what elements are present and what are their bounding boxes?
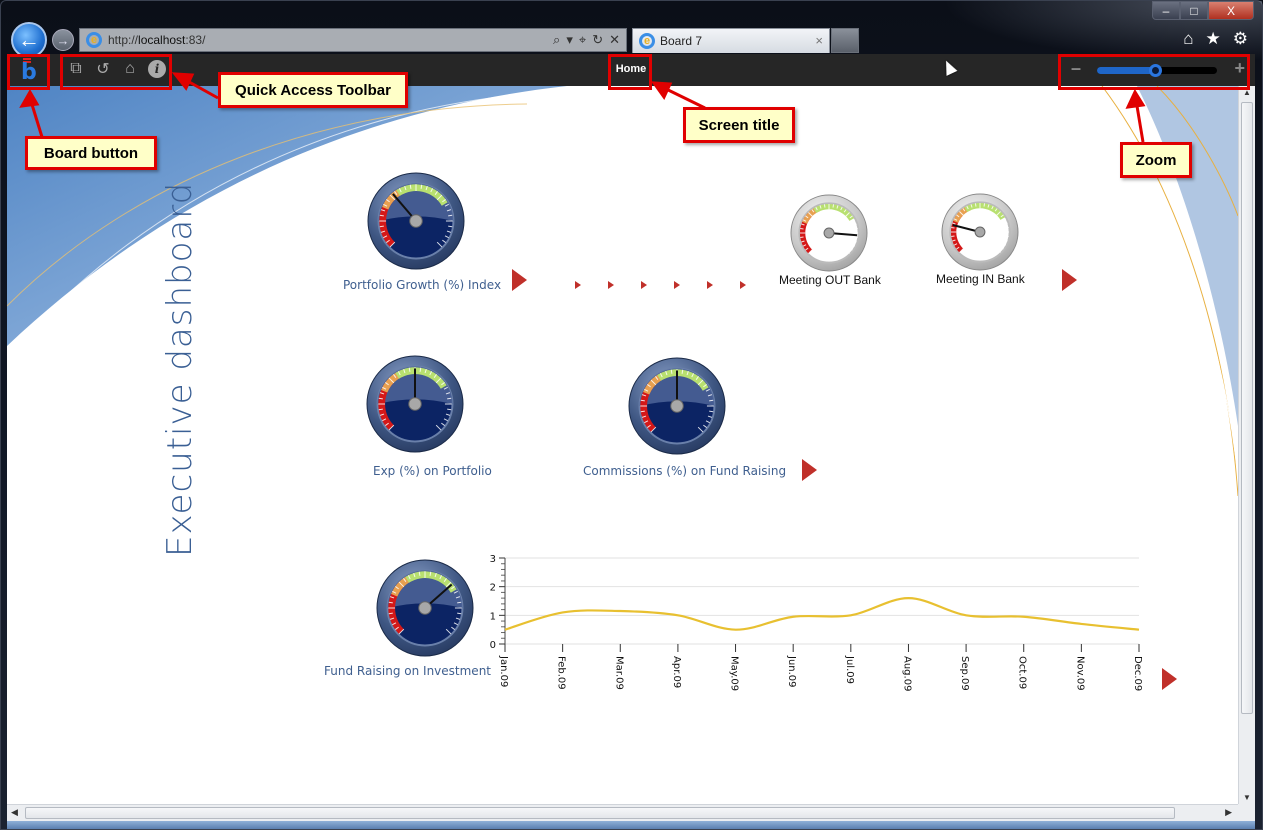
- highlight-zoom: [1058, 54, 1250, 90]
- address-tools: ⌕ ▾ ⌖ ↻ ✕: [553, 32, 620, 48]
- fund-raising-line-chart: 0 1 2 3 Jan.09 Feb.09 Mar.09 Apr.09 May.09 Jun.09…: [490, 554, 1143, 691]
- x-tick-label: Jul.09: [844, 655, 855, 684]
- scroll-down-arrow-icon[interactable]: ▼: [1243, 793, 1251, 802]
- callout-quick-access-toolbar: Quick Access Toolbar: [218, 72, 408, 108]
- new-tab-button[interactable]: [831, 28, 859, 53]
- tab-close-icon[interactable]: ×: [815, 33, 823, 48]
- x-tick-label: Sep.09: [959, 656, 970, 691]
- vertical-scrollbar[interactable]: ▲ ▼: [1238, 86, 1255, 804]
- window-controls: – □ X: [1152, 1, 1254, 20]
- ie-icon: e: [86, 32, 102, 48]
- callout-screen-title: Screen title: [683, 107, 795, 143]
- next-arrow-row2[interactable]: [802, 459, 817, 481]
- gauge-portfolio-growth[interactable]: [364, 169, 468, 273]
- gauge-fund-raising[interactable]: [373, 556, 477, 660]
- x-tick-label: Jun.09: [786, 655, 797, 688]
- refresh-icon[interactable]: ↻: [592, 32, 603, 48]
- page-dot-arrow-6[interactable]: [740, 281, 746, 289]
- dashboard-title: Executive dashboard: [160, 181, 200, 557]
- callout-zoom: Zoom: [1120, 142, 1192, 178]
- url-text[interactable]: http://localhost:83/: [108, 33, 205, 47]
- y-tick-label: 1: [490, 611, 496, 622]
- x-tick-label: May.09: [729, 656, 740, 691]
- home-icon[interactable]: ⌂: [1183, 29, 1193, 49]
- gauge-label-meeting-in-bank[interactable]: Meeting IN Bank: [936, 272, 1025, 286]
- tab-title: Board 7: [660, 34, 703, 48]
- browser-tools: ⌂ ★ ⚙: [1183, 29, 1248, 49]
- scroll-left-arrow-icon[interactable]: ◀: [11, 807, 18, 818]
- url-prefix: http://: [108, 33, 139, 47]
- x-tick-label: Aug.09: [901, 656, 912, 691]
- horizontal-scrollbar[interactable]: ◀ ▶: [7, 804, 1238, 821]
- horizontal-scroll-thumb[interactable]: [25, 807, 1175, 819]
- highlight-board-button: [7, 54, 50, 90]
- gauge-exp-on-portfolio[interactable]: [363, 352, 467, 456]
- gauge-commissions[interactable]: [625, 354, 729, 458]
- y-tick-label: 2: [490, 583, 496, 594]
- y-tick-label: 3: [490, 554, 496, 565]
- forward-button[interactable]: →: [52, 29, 74, 51]
- stop-icon[interactable]: ✕: [609, 32, 620, 48]
- gauge-label-meeting-out-bank[interactable]: Meeting OUT Bank: [779, 273, 881, 287]
- gauge-label-portfolio-growth[interactable]: Portfolio Growth (%) Index: [343, 278, 501, 292]
- x-tick-label: Jan.09: [498, 655, 509, 687]
- gauge-meeting-in-bank[interactable]: [938, 190, 1022, 274]
- back-button[interactable]: ←: [11, 22, 47, 58]
- page-dot-arrow-4[interactable]: [674, 281, 680, 289]
- search-icon[interactable]: ⌕: [553, 32, 560, 48]
- x-tick-label: Feb.09: [556, 656, 567, 690]
- browser-tab[interactable]: e Board 7 ×: [632, 28, 830, 53]
- page-dot-arrow-5[interactable]: [707, 281, 713, 289]
- y-tick-label: 0: [490, 640, 496, 651]
- minimize-button[interactable]: –: [1152, 1, 1180, 20]
- gauge-label-exp-on-portfolio[interactable]: Exp (%) on Portfolio: [373, 464, 492, 478]
- url-host: localhost: [138, 33, 186, 47]
- dropdown-icon[interactable]: ▾: [566, 32, 573, 48]
- highlight-screen-title: [608, 54, 652, 90]
- close-window-button[interactable]: X: [1208, 1, 1254, 20]
- series-line: [504, 597, 1140, 631]
- page-dot-arrow-2[interactable]: [608, 281, 614, 289]
- taskbar-strip: [7, 821, 1255, 829]
- gauge-meeting-out-bank[interactable]: [787, 191, 871, 275]
- bg-swoosh-left: [7, 86, 567, 346]
- gauge-label-commissions[interactable]: Commissions (%) on Fund Raising: [583, 464, 786, 478]
- maximize-button[interactable]: □: [1180, 1, 1208, 20]
- x-tick-label: Apr.09: [671, 656, 682, 688]
- x-tick-label: Mar.09: [613, 656, 624, 690]
- vertical-scroll-thumb[interactable]: [1241, 102, 1253, 714]
- x-tick-label: Dec.09: [1132, 656, 1143, 691]
- x-tick-label: Nov.09: [1074, 656, 1085, 691]
- bg-swoosh-right: [1137, 86, 1238, 426]
- highlight-quick-access: [60, 54, 172, 90]
- scroll-corner: [1238, 804, 1255, 821]
- x-tick-label: Oct.09: [1017, 656, 1028, 689]
- settings-gear-icon[interactable]: ⚙: [1233, 29, 1248, 49]
- next-arrow-row1[interactable]: [512, 269, 527, 291]
- compatibility-icon[interactable]: ⌖: [579, 32, 586, 48]
- scroll-right-arrow-icon[interactable]: ▶: [1225, 807, 1232, 818]
- favorites-star-icon[interactable]: ★: [1206, 29, 1221, 49]
- page-dot-arrow-3[interactable]: [641, 281, 647, 289]
- url-suffix: :83/: [185, 33, 206, 47]
- gauge-label-fund-raising[interactable]: Fund Raising on Investment: [324, 664, 491, 678]
- callout-board-button: Board button: [25, 136, 157, 170]
- address-bar[interactable]: e http://localhost:83/ ⌕ ▾ ⌖ ↻ ✕: [79, 28, 627, 52]
- ie-icon: e: [639, 33, 655, 49]
- page-dot-arrow-1[interactable]: [575, 281, 581, 289]
- next-arrow-meetings[interactable]: [1062, 269, 1077, 291]
- next-arrow-chart[interactable]: [1162, 668, 1177, 690]
